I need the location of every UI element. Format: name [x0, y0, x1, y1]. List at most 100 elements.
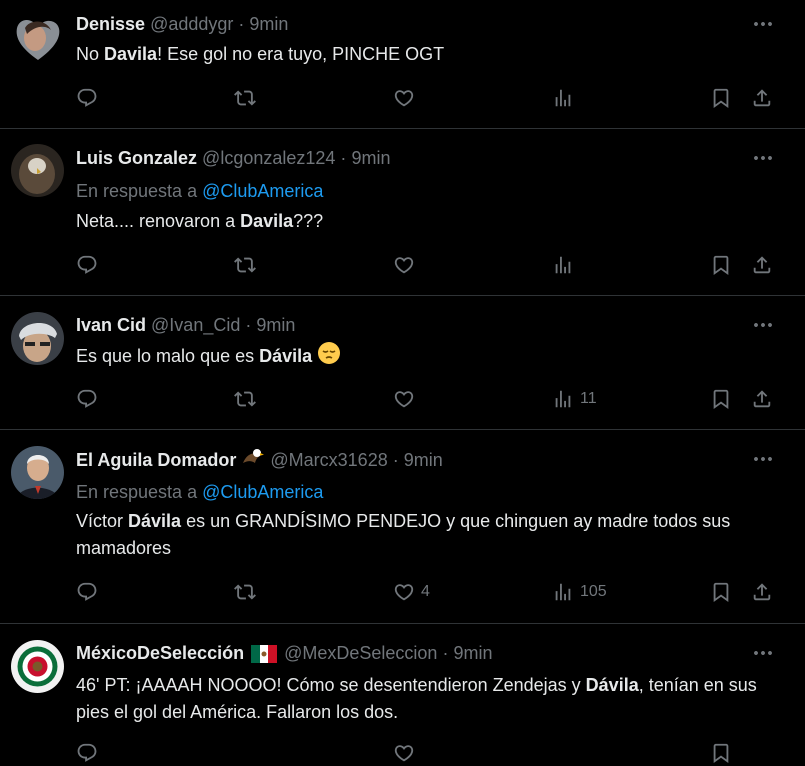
share-button[interactable]	[751, 579, 773, 605]
share-button[interactable]	[751, 386, 773, 412]
text-segment: No	[76, 44, 105, 64]
text-highlight: Davila	[104, 44, 158, 64]
author-handle[interactable]: @MexDeSeleccion	[284, 643, 437, 663]
bookmark-button[interactable]	[710, 740, 732, 766]
reply-prefix: En respuesta a	[76, 482, 203, 502]
reply-icon	[76, 742, 98, 764]
like-button[interactable]	[393, 386, 415, 412]
action-bar: 4 105	[76, 579, 786, 605]
avatar[interactable]	[11, 640, 64, 693]
retweet-button[interactable]	[234, 579, 256, 605]
eagle-icon	[241, 447, 265, 475]
timestamp[interactable]: 9min	[404, 450, 443, 470]
bookmark-icon	[710, 254, 732, 276]
reply-target-link[interactable]: @ClubAmerica	[202, 181, 323, 201]
bookmark-icon	[710, 388, 732, 410]
tweet-header: El Aguila Domador @Marcx31628 · 9min	[76, 447, 443, 471]
timestamp[interactable]: 9min	[453, 643, 492, 663]
reply-context: En respuesta a @ClubAmerica	[76, 179, 323, 203]
author-name[interactable]: Luis Gonzalez	[76, 148, 197, 168]
avatar[interactable]	[11, 144, 64, 197]
author-name[interactable]: Denisse	[76, 14, 145, 34]
retweet-button[interactable]	[234, 252, 256, 278]
tweet[interactable]: MéxicoDeSelección @MexDeSeleccion · 9min…	[0, 623, 805, 748]
like-button[interactable]	[393, 740, 415, 766]
share-icon	[751, 581, 773, 603]
reply-icon	[76, 388, 98, 410]
views-button[interactable]	[552, 85, 574, 111]
author-name[interactable]: MéxicoDeSelección	[76, 643, 244, 663]
heart-icon	[393, 254, 415, 276]
text-segment: Es que lo malo que es	[76, 345, 260, 366]
tweet-header: Luis Gonzalez @lcgonzalez124 · 9min	[76, 146, 390, 170]
pensive-face-icon	[317, 341, 341, 373]
heart-icon	[393, 87, 415, 109]
reply-button[interactable]	[76, 740, 98, 766]
avatar[interactable]	[11, 312, 64, 365]
like-button[interactable]	[393, 252, 415, 278]
reply-button[interactable]	[76, 85, 98, 111]
tweet[interactable]: Luis Gonzalez @lcgonzalez124 · 9min En r…	[0, 128, 805, 296]
views-count: 11	[580, 390, 597, 407]
separator-dot: ·	[442, 643, 449, 663]
views-button[interactable]: 11	[552, 386, 597, 412]
author-name[interactable]: Ivan Cid	[76, 315, 146, 335]
separator-dot: ·	[392, 449, 399, 470]
text-highlight: Dávila	[259, 345, 313, 366]
share-button[interactable]	[751, 252, 773, 278]
retweet-button[interactable]	[234, 85, 256, 111]
retweet-icon	[234, 254, 256, 276]
tweet[interactable]: El Aguila Domador @Marcx31628 · 9min En …	[0, 429, 805, 624]
text-segment: ???	[293, 211, 324, 231]
tweet[interactable]: Ivan Cid @Ivan_Cid · 9min Es que lo malo…	[0, 295, 805, 430]
author-name[interactable]: El Aguila Domador	[76, 450, 236, 470]
more-options-icon[interactable]	[751, 447, 775, 471]
more-options-icon[interactable]	[751, 146, 775, 170]
timestamp[interactable]: 9min	[256, 315, 295, 335]
action-bar: 11	[76, 386, 786, 412]
reply-button[interactable]	[76, 252, 98, 278]
author-handle[interactable]: @Ivan_Cid	[151, 315, 240, 335]
heart-icon	[393, 742, 415, 764]
reply-button[interactable]	[76, 579, 98, 605]
share-button[interactable]	[751, 85, 773, 111]
separator-dot: ·	[245, 315, 252, 335]
share-icon	[751, 87, 773, 109]
separator-dot: ·	[340, 148, 347, 168]
share-icon	[751, 388, 773, 410]
timestamp[interactable]: 9min	[249, 14, 288, 34]
reply-button[interactable]	[76, 386, 98, 412]
reply-target-link[interactable]: @ClubAmerica	[202, 482, 323, 502]
tweet-header: MéxicoDeSelección @MexDeSeleccion · 9min	[76, 641, 493, 665]
tweet-text: No Davila! Ese gol no era tuyo, PINCHE O…	[76, 41, 785, 68]
reply-icon	[76, 581, 98, 603]
avatar[interactable]	[11, 446, 64, 499]
author-handle[interactable]: @adddygr	[150, 14, 233, 34]
bookmark-button[interactable]	[710, 386, 732, 412]
bookmark-button[interactable]	[710, 252, 732, 278]
action-bar	[76, 252, 786, 278]
text-segment: 46' PT: ¡AAAAH NOOOO! Cómo se desentendi…	[76, 675, 586, 695]
like-button[interactable]	[393, 85, 415, 111]
bookmark-button[interactable]	[710, 579, 732, 605]
retweet-button[interactable]	[234, 386, 256, 412]
timestamp[interactable]: 9min	[351, 148, 390, 168]
tweet-text: Neta.... renovaron a Davila???	[76, 208, 785, 235]
author-handle[interactable]: @Marcx31628	[270, 450, 387, 470]
avatar[interactable]	[13, 14, 63, 64]
more-options-icon[interactable]	[751, 313, 775, 337]
tweet-header: Ivan Cid @Ivan_Cid · 9min	[76, 313, 295, 337]
reply-prefix: En respuesta a	[76, 181, 203, 201]
tweet[interactable]: Denisse @adddygr · 9min No Davila! Ese g…	[0, 0, 805, 129]
text-segment: Neta.... renovaron a	[76, 211, 241, 231]
action-bar	[76, 740, 786, 766]
views-button[interactable]: 105	[552, 579, 607, 605]
author-handle[interactable]: @lcgonzalez124	[202, 148, 335, 168]
views-button[interactable]	[552, 252, 574, 278]
more-options-icon[interactable]	[751, 641, 775, 665]
heart-icon	[393, 388, 415, 410]
bookmark-icon	[710, 87, 732, 109]
more-options-icon[interactable]	[751, 12, 775, 36]
like-button[interactable]: 4	[393, 579, 430, 605]
bookmark-button[interactable]	[710, 85, 732, 111]
